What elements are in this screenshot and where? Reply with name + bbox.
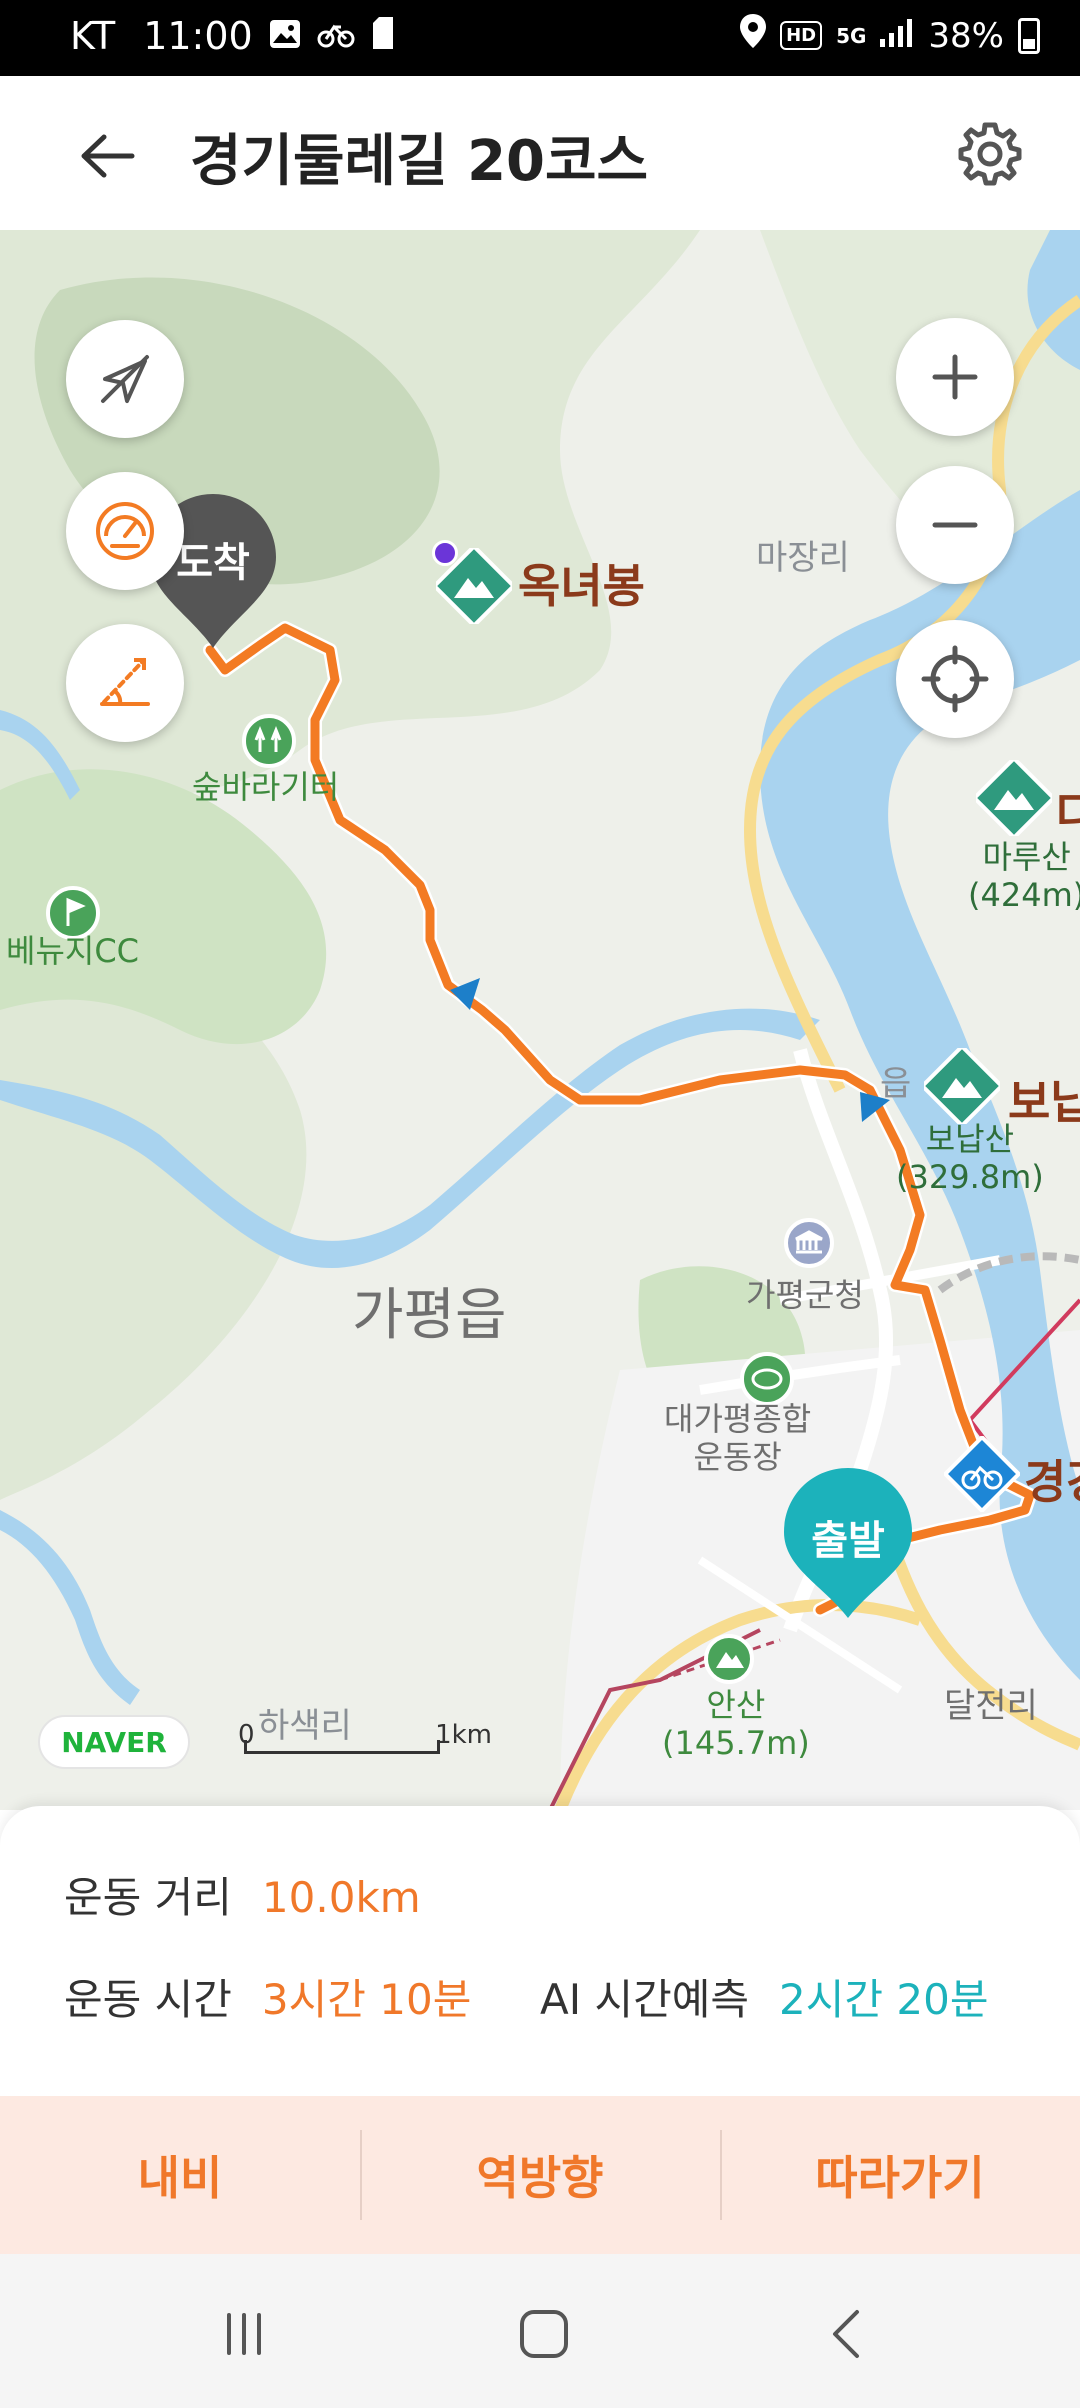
maru-altitude: (424m) <box>968 876 1080 914</box>
recent-apps-button[interactable] <box>204 2294 284 2374</box>
naver-logo: NAVER <box>38 1715 190 1769</box>
distance-value: 10.0km <box>261 1873 421 1922</box>
reverse-button[interactable]: 역방향 <box>360 2096 720 2254</box>
home-button[interactable] <box>504 2294 584 2374</box>
page-title: 경기둘레길 20코스 <box>190 129 649 194</box>
peak-label-okdyeobong: 옥녀봉 <box>518 559 645 613</box>
slope-icon <box>100 658 150 706</box>
peak-label-bonap: 보납산 (329.8m) <box>896 1120 1044 1196</box>
map-view[interactable]: 옥녀봉 마장리 숲바라기터 베뉴지CC 가평읍 다 마루산 (424m) 읍 보… <box>0 230 1080 1810</box>
maru-name: 마루산 <box>982 838 1071 876</box>
government-icon <box>784 1218 834 1268</box>
ai-estimate-row: AI 시간예측 2시간 20분 <box>540 1966 988 2027</box>
back-icon <box>833 2310 859 2358</box>
mountain-small-icon <box>704 1634 754 1684</box>
status-bar: KT 11:00 HD 5G 38% <box>0 0 1080 76</box>
zoom-out-button[interactable] <box>896 466 1014 584</box>
navigate-button[interactable]: 내비 <box>0 2096 360 2254</box>
app-header: 경기둘레길 20코스 <box>0 76 1080 230</box>
back-arrow-icon <box>81 134 135 178</box>
peak-label-ansan: 안산 (145.7m) <box>662 1686 810 1762</box>
place-label-benyuji: 베뉴지CC <box>6 932 140 970</box>
compass-off-icon <box>101 355 149 403</box>
system-back-button[interactable] <box>808 2294 888 2374</box>
peak-badge-icon <box>432 540 458 566</box>
bike-route-icon <box>942 1434 1022 1514</box>
bonap-altitude: (329.8m) <box>896 1158 1044 1196</box>
map-base <box>0 230 1080 1810</box>
recent-apps-icon <box>227 2313 261 2355</box>
locate-icon <box>921 645 989 713</box>
ai-estimate-value: 2시간 20분 <box>779 1975 989 2024</box>
gallery-icon <box>269 14 301 58</box>
home-icon <box>520 2310 568 2358</box>
place-label-eup: 읍 <box>880 1064 912 1104</box>
ansan-name: 안산 <box>706 1686 766 1724</box>
mountain-icon <box>971 755 1057 841</box>
time-label: 운동 시간 <box>64 1975 232 2024</box>
gear-icon <box>958 122 1022 186</box>
park-icon <box>242 714 296 768</box>
carrier-label: KT <box>70 14 116 58</box>
peak-label-da: 다 <box>1056 787 1080 841</box>
settings-button[interactable] <box>950 114 1030 194</box>
battery-icon <box>1018 17 1040 54</box>
location-icon <box>740 14 767 57</box>
ai-estimate-label: AI 시간예측 <box>540 1975 750 2024</box>
compass-button[interactable] <box>66 320 184 438</box>
place-label-gunhall: 가평군청 <box>746 1276 864 1314</box>
speedometer-icon <box>96 502 154 560</box>
zoom-in-button[interactable] <box>896 318 1014 436</box>
scale-end: 1km <box>435 1720 492 1750</box>
bonap-name: 보납산 <box>925 1120 1015 1158</box>
peak-label-maru: 마루산 (424m) <box>968 838 1080 914</box>
ansan-altitude: (145.7m) <box>662 1724 810 1762</box>
place-label-sports: 대가평종합 운동장 <box>664 1400 811 1476</box>
scale-line <box>244 1740 440 1754</box>
mountain-icon <box>919 1043 1005 1129</box>
distance-label: 운동 거리 <box>64 1873 232 1922</box>
place-label-gyeong: 경강 <box>1024 1455 1080 1509</box>
clock: 11:00 <box>143 14 253 58</box>
signal-icon <box>880 16 914 56</box>
bike-icon <box>317 14 355 58</box>
start-marker-label: 출발 <box>811 1518 885 1564</box>
sd-card-icon <box>371 14 395 58</box>
action-bar: 내비 역방향 따라가기 <box>0 2096 1080 2254</box>
workout-info-panel: 운동 거리 10.0km 운동 시간 3시간 10분 AI 시간예측 2시간 2… <box>0 1806 1080 2096</box>
battery-text: 38% <box>928 15 1004 56</box>
back-button[interactable] <box>66 116 146 196</box>
stadium-icon <box>740 1352 794 1406</box>
distance-row: 운동 거리 10.0km <box>64 1864 421 1925</box>
time-value: 3시간 10분 <box>261 1975 472 2024</box>
slope-button[interactable] <box>66 624 184 742</box>
area-label-gapyeong: 가평읍 <box>352 1283 507 1348</box>
system-nav-bar <box>0 2254 1080 2408</box>
place-label-supbaragi: 숲바라기터 <box>192 768 340 806</box>
zoom-out-icon <box>932 522 978 528</box>
place-label-majangri: 마장리 <box>756 538 850 578</box>
follow-button[interactable]: 따라가기 <box>720 2096 1080 2254</box>
zoom-in-icon <box>932 354 978 400</box>
start-marker[interactable]: 출발 <box>784 1468 912 1618</box>
time-row: 운동 시간 3시간 10분 <box>64 1966 471 2027</box>
place-label-dalijeon: 달전리 <box>944 1686 1038 1726</box>
hd-icon: HD <box>780 21 823 50</box>
speed-button[interactable] <box>66 472 184 590</box>
map-scale: 0 1km <box>238 1720 492 1760</box>
sports-line1: 대가평종합 <box>664 1400 812 1438</box>
5g-icon: 5G <box>836 23 867 48</box>
locate-button[interactable] <box>896 620 1014 738</box>
